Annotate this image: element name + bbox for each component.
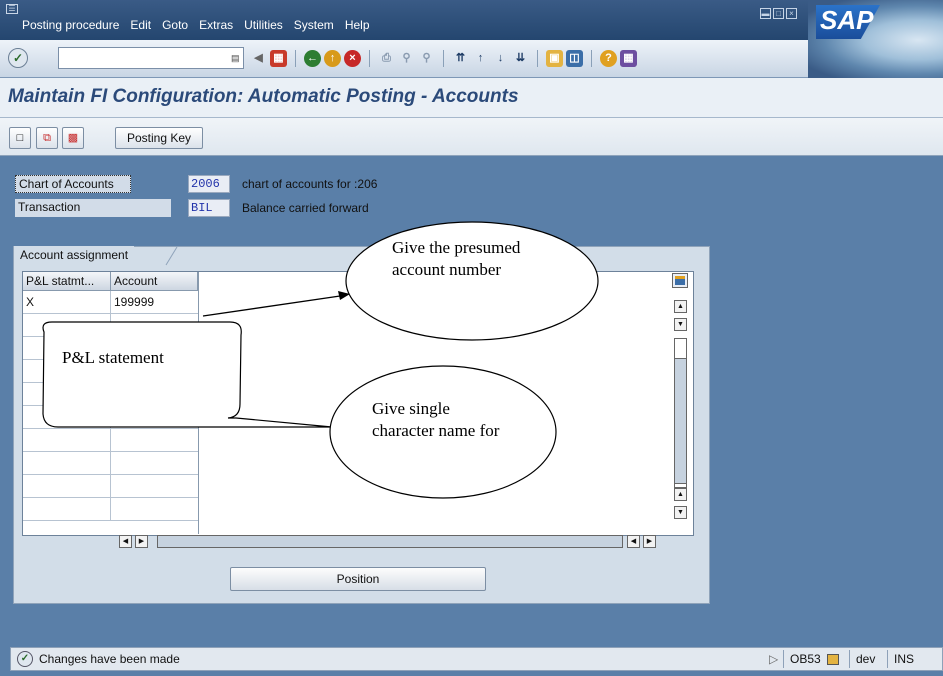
status-expand-icon[interactable]: ▷ xyxy=(763,650,784,668)
arrow-annotation xyxy=(202,291,350,317)
input-mode[interactable]: INS xyxy=(887,650,920,668)
success-icon: ✓ xyxy=(17,651,33,667)
status-bar: ✓ Changes have been made ▷ OB53 dev INS xyxy=(10,647,943,671)
single-char-callout-text: Give single character name for xyxy=(372,399,500,440)
transaction-code-text: OB53 xyxy=(790,652,821,666)
system-id: dev xyxy=(849,650,881,668)
status-message: Changes have been made xyxy=(39,652,180,666)
session-icon[interactable] xyxy=(827,654,840,666)
annotation-layer xyxy=(42,221,599,499)
account-callout-text: Give the presumed account number xyxy=(392,238,521,279)
pl-statement-callout-text: P&L statement xyxy=(62,348,164,367)
pl-callout-bubble xyxy=(42,321,333,428)
transaction-code: OB53 xyxy=(783,650,845,668)
